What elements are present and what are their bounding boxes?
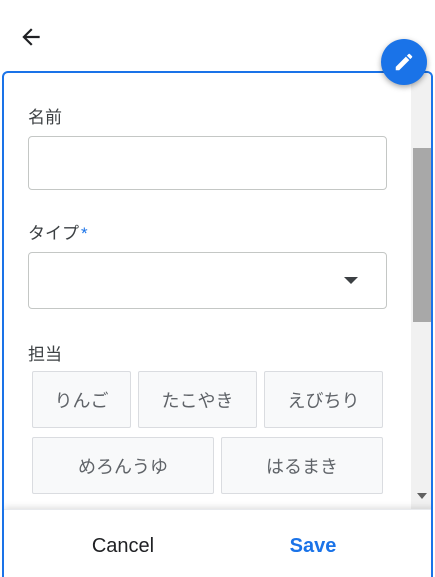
type-select[interactable] [28, 252, 387, 309]
assignee-option-ebichiri[interactable]: えびちり [264, 371, 383, 428]
caret-down-icon [344, 277, 358, 284]
required-mark: * [81, 224, 88, 243]
cancel-button[interactable]: Cancel [33, 524, 213, 568]
back-button[interactable] [14, 20, 48, 54]
assignee-option-harumaki[interactable]: はるまき [221, 437, 383, 494]
type-label-text: タイプ [28, 224, 79, 243]
scrollbar-thumb[interactable] [413, 148, 431, 322]
pencil-icon [395, 53, 413, 71]
type-label: タイプ * [28, 219, 88, 244]
form-footer: Cancel Save [4, 509, 431, 577]
name-input[interactable] [28, 136, 387, 190]
edit-form-panel: 名前 タイプ * 担当 りんご たこやき えびちり めろんうゆ はるまき Canc… [2, 71, 433, 577]
name-label: 名前 [28, 108, 62, 127]
scroll-down-arrow-icon[interactable] [417, 493, 427, 499]
arrow-left-icon [22, 28, 40, 46]
edit-button[interactable] [381, 39, 427, 85]
save-button[interactable]: Save [223, 524, 403, 568]
assignee-label: 担当 [28, 345, 62, 364]
assignee-option-takoyaki[interactable]: たこやき [138, 371, 257, 428]
assignee-option-meronuyu[interactable]: めろんうゆ [32, 437, 214, 494]
top-app-bar [0, 0, 435, 72]
assignee-option-ringo[interactable]: りんご [32, 371, 131, 428]
form-scroll-area[interactable]: 名前 タイプ * 担当 りんご たこやき えびちり めろんうゆ はるまき [4, 73, 411, 509]
